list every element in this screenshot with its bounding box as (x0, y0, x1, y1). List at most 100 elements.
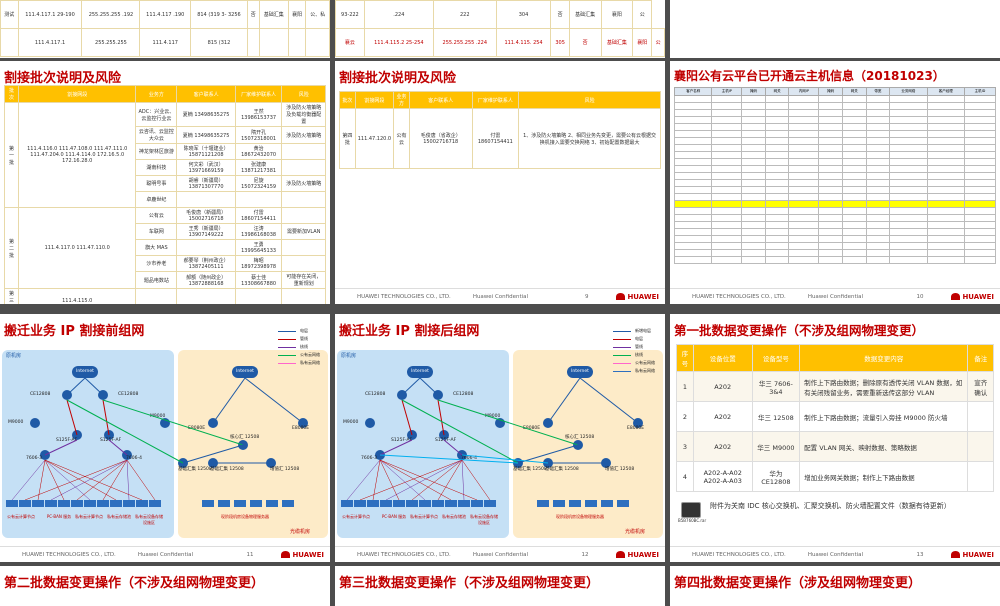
table-cell (711, 193, 743, 201)
table-cell (673, 256, 713, 264)
table-cell: 付雷 18607154411 (234, 207, 283, 224)
table-cell (926, 130, 966, 138)
server-icon (471, 500, 483, 507)
table-cell (865, 200, 891, 208)
device-label: E8080E (627, 426, 645, 431)
table-cell (967, 401, 994, 432)
server-icon (110, 500, 122, 507)
device-label: CE12808 (118, 392, 139, 397)
table-cell (865, 102, 891, 110)
table-cell (673, 235, 713, 243)
table-cell: .224 (363, 0, 434, 29)
table-cell (741, 102, 766, 110)
device-label: 基础汇集 12508 (513, 467, 547, 472)
archive-file-icon[interactable]: B5B760BC.rar (678, 502, 706, 523)
column-header: 设备位置 (692, 344, 753, 372)
table-cell (788, 109, 820, 117)
legend-line (613, 371, 631, 372)
table-cell (841, 130, 867, 138)
column-header: 设备型号 (751, 344, 801, 372)
table-cell: 旗大 MAS (135, 239, 178, 256)
table-cell (711, 130, 743, 138)
top-left-table: 测试 111.4.117.1 29-190 255.255.255 .192 111.… (0, 0, 330, 57)
server-icon (202, 500, 214, 507)
table-cell (889, 130, 928, 138)
table-cell (741, 130, 766, 138)
column-header: 掩码 (818, 87, 843, 96)
table-cell (741, 207, 766, 215)
table-cell (711, 207, 743, 215)
huawei-logo: HUAWEI (616, 551, 659, 559)
table-cell (788, 200, 820, 208)
table-cell (741, 214, 766, 222)
table-cell: 配置 VLAN 网关、映射数据、策略数据 (799, 431, 969, 462)
table-cell (673, 123, 713, 131)
server-icon (537, 500, 549, 507)
network-device-icon (160, 418, 170, 428)
table-cell (926, 186, 966, 194)
table-cell (841, 144, 867, 152)
table-row: 测试 111.4.117.1 29-190 255.255.255 .192 111.… (0, 0, 330, 29)
server-icon (601, 500, 613, 507)
table-cell (841, 95, 867, 103)
table-cell: 隋开孔 15072318001 (234, 126, 283, 144)
table-cell (926, 109, 966, 117)
server-icon (445, 500, 457, 507)
server-icon (367, 500, 379, 507)
table-cell (673, 144, 713, 152)
column-header: 厂家维护联系人 (471, 91, 520, 109)
legend-item: 公有云网络 (300, 352, 320, 357)
table-cell: 公 (632, 0, 653, 29)
table-cell (741, 165, 766, 173)
table-cell (764, 256, 790, 264)
slide-title: 割接批次说明及风险 (339, 71, 457, 86)
server-icon (32, 500, 44, 507)
table-cell (818, 165, 843, 173)
device-label: E8080E (188, 426, 206, 431)
cloud-host-table: 客户名称 主机IP 掩码 网关 内网IP 掩码 网关 带宽 业务网络 客户经理 主机ID (673, 87, 996, 264)
server-icon (97, 500, 109, 507)
server-icon (393, 500, 405, 507)
table-cell (788, 193, 820, 201)
legend-item: 电层 (300, 328, 308, 333)
table-cell (889, 165, 928, 173)
table-header-row: 批次 割接网段 业务方 客户联系人 厂家维护联系人 风险 (3, 85, 326, 103)
network-device-icon (98, 390, 108, 400)
table-cell: 255.255.255 .192 (81, 0, 141, 29)
table-cell (818, 221, 843, 229)
table-cell (741, 137, 766, 145)
table-cell (788, 102, 820, 110)
table-cell (841, 200, 867, 208)
table-cell (764, 235, 790, 243)
table-cell: 王秀（新疆局）13907149222 (176, 223, 236, 240)
table-cell (841, 193, 867, 201)
batch-label: 第三批 (3, 288, 20, 304)
column-header: 客户名称 (673, 87, 713, 96)
table-cell (788, 165, 820, 173)
device-label: 核心汇 12508 (565, 435, 595, 440)
table-row (673, 193, 996, 201)
table-cell: 测试 (0, 0, 19, 29)
internet-cloud-icon: Internet (407, 366, 433, 378)
table-cell (176, 288, 236, 304)
legend-item: 管线 (635, 344, 643, 349)
table-cell (964, 242, 996, 250)
table-cell (176, 239, 236, 256)
slide-title: 第四批数据变更操作（涉及组网物理变更） (674, 576, 922, 591)
table-cell (764, 137, 790, 145)
table-cell (818, 130, 843, 138)
table-row: 111.4.117.1 255.255.255 111.4.117 815 (312 (0, 28, 330, 57)
table-cell (964, 249, 996, 257)
table-cell (865, 193, 891, 201)
legend-item: 核线 (300, 344, 308, 349)
table-cell (673, 221, 713, 229)
table-cell (741, 193, 766, 201)
table-cell (741, 200, 766, 208)
table-cell (865, 137, 891, 145)
table-cell (964, 186, 996, 194)
table-cell: 815 (312 (190, 28, 248, 57)
table-cell (964, 130, 996, 138)
table-cell (926, 193, 966, 201)
table-cell (889, 193, 928, 201)
table-cell (964, 144, 996, 152)
